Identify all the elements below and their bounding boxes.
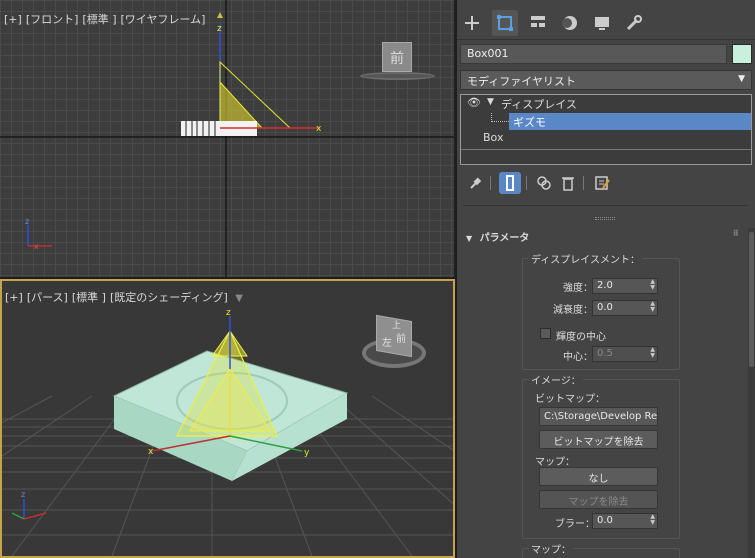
stack-item-displace[interactable]: 👁 ▼ ディスプレイス (461, 96, 751, 113)
spinner-arrows-icon[interactable]: ▲ ▼ (650, 347, 655, 359)
collapse-arrow-icon: ▼ (466, 234, 473, 243)
svg-text:x: x (34, 242, 39, 251)
svg-text:y: y (304, 448, 310, 458)
separator-line (463, 205, 748, 206)
map-none-button[interactable]: なし (539, 467, 658, 486)
expand-arrow-icon[interactable]: ▼ (487, 97, 494, 107)
configure-modifier-sets-icon[interactable] (591, 172, 613, 194)
scrollbar-thumb[interactable] (749, 232, 754, 367)
viewcube-perspective[interactable]: 前 左 上 (362, 314, 432, 376)
stack-toolbar (460, 170, 752, 196)
viewcube-left-face[interactable]: 左 (382, 334, 392, 349)
eye-icon[interactable]: 👁 (467, 96, 481, 109)
tree-connector (491, 113, 509, 122)
viewcube-front-face[interactable]: 前 (382, 42, 412, 72)
spinner-arrows-icon[interactable]: ▲ ▼ (650, 301, 655, 313)
hierarchy-icon[interactable] (525, 10, 551, 36)
parameters-rollout-header[interactable]: ▼ パラメータ ⠿ (460, 229, 743, 245)
image-group: イメージ： ビットマップ： C:\Storage\Develop Rep ビット… (522, 372, 680, 539)
map-group-title: マップ： (529, 541, 573, 556)
svg-text:z: z (21, 490, 25, 499)
rollout-handle[interactable] (595, 217, 615, 220)
command-panel-tabs (457, 0, 755, 40)
viewcube-top-face[interactable]: 上 (392, 318, 401, 331)
perspective-viewport[interactable]: [+] [パース] [標準 ] [既定のシェーディング] ▼ z x y z 前… (0, 279, 455, 558)
make-unique-icon[interactable] (533, 172, 555, 194)
trash-icon[interactable] (557, 172, 579, 194)
luminance-center-checkbox[interactable] (540, 328, 551, 339)
object-color-swatch[interactable] (732, 44, 752, 64)
modifier-list-dropdown[interactable]: モディファイヤリスト ▼ (460, 70, 752, 90)
bitmap-label: ビットマップ： (535, 394, 605, 405)
spinner-arrows-icon[interactable]: ▲ ▼ (650, 279, 655, 291)
stack-item-label: ディスプレイス (501, 98, 577, 111)
strength-label: 強度： (563, 283, 593, 294)
object-name-field[interactable]: Box001 (460, 44, 727, 64)
svg-text:x: x (148, 447, 154, 457)
map-label: マップ： (535, 457, 575, 468)
stack-item-label: ギズモ (513, 116, 546, 129)
stack-divider (461, 149, 751, 150)
svg-text:z: z (217, 24, 222, 34)
display-icon[interactable] (589, 10, 615, 36)
utilities-icon[interactable] (621, 10, 647, 36)
chevron-down-icon: ▼ (738, 74, 745, 84)
center-value: 0.5 (597, 348, 613, 359)
decay-value: 0.0 (597, 302, 613, 313)
blur-value: 0.0 (597, 515, 613, 526)
stack-item-gizmo[interactable]: ギズモ (509, 113, 751, 130)
svg-text:x: x (316, 124, 322, 134)
modifier-list-label: モディファイヤリスト (467, 75, 576, 88)
viewcube-front-face[interactable]: 前 (396, 330, 406, 345)
front-viewport[interactable]: [+] [フロント] [標準 ] [ワイヤフレーム] x z z x 前 (0, 0, 455, 277)
strength-value: 2.0 (597, 280, 613, 291)
modify-icon[interactable] (492, 10, 518, 36)
bitmap-path-button[interactable]: C:\Storage\Develop Rep (539, 407, 658, 426)
svg-text:z: z (226, 308, 231, 318)
decay-label: 減衰度： (553, 305, 593, 316)
rollout-grip-icon: ⠿ (732, 229, 739, 238)
blur-spinner[interactable]: 0.0 ▲ ▼ (592, 513, 658, 529)
center-label: 中心： (563, 352, 593, 363)
create-icon[interactable] (459, 10, 485, 36)
show-end-result-icon[interactable] (499, 172, 521, 194)
separator (583, 176, 584, 190)
panel-scrollbar[interactable] (748, 228, 755, 558)
decay-spinner[interactable]: 0.0 ▲ ▼ (592, 300, 658, 316)
luminance-center-label: 輝度の中心 (556, 332, 606, 343)
command-panel: Box001 モディファイヤリスト ▼ 👁 ▼ ディスプレイス ギズモ Box (457, 0, 755, 558)
remove-map-button[interactable]: マップを除去 (539, 490, 658, 509)
stack-item-box[interactable]: Box (461, 131, 751, 148)
filter-icon (217, 12, 223, 18)
stack-item-label: Box (483, 131, 504, 144)
svg-text:z: z (25, 217, 29, 226)
displacement-group-title: ディスプレイスメント： (529, 251, 642, 266)
spinner-arrows-icon[interactable]: ▲ ▼ (650, 514, 655, 526)
blur-label: ブラー： (555, 519, 595, 530)
map-group: マップ： (522, 541, 680, 558)
strength-spinner[interactable]: 2.0 ▲ ▼ (592, 278, 658, 294)
motion-icon[interactable] (557, 10, 583, 36)
center-spinner[interactable]: 0.5 ▲ ▼ (592, 346, 658, 362)
remove-bitmap-button[interactable]: ビットマップを除去 (539, 430, 658, 449)
separator (526, 176, 527, 190)
pin-stack-icon[interactable] (464, 172, 486, 194)
separator (490, 176, 491, 190)
modifier-stack: 👁 ▼ ディスプレイス ギズモ Box (460, 94, 752, 165)
displacement-group: ディスプレイスメント： 強度： 2.0 ▲ ▼ 減衰度： 0.0 ▲ ▼ 輝度の中心 中… (522, 251, 680, 370)
parameters-title: パラメータ (479, 233, 530, 244)
image-group-title: イメージ： (529, 372, 583, 387)
viewcube-front[interactable]: 前 (360, 42, 435, 82)
